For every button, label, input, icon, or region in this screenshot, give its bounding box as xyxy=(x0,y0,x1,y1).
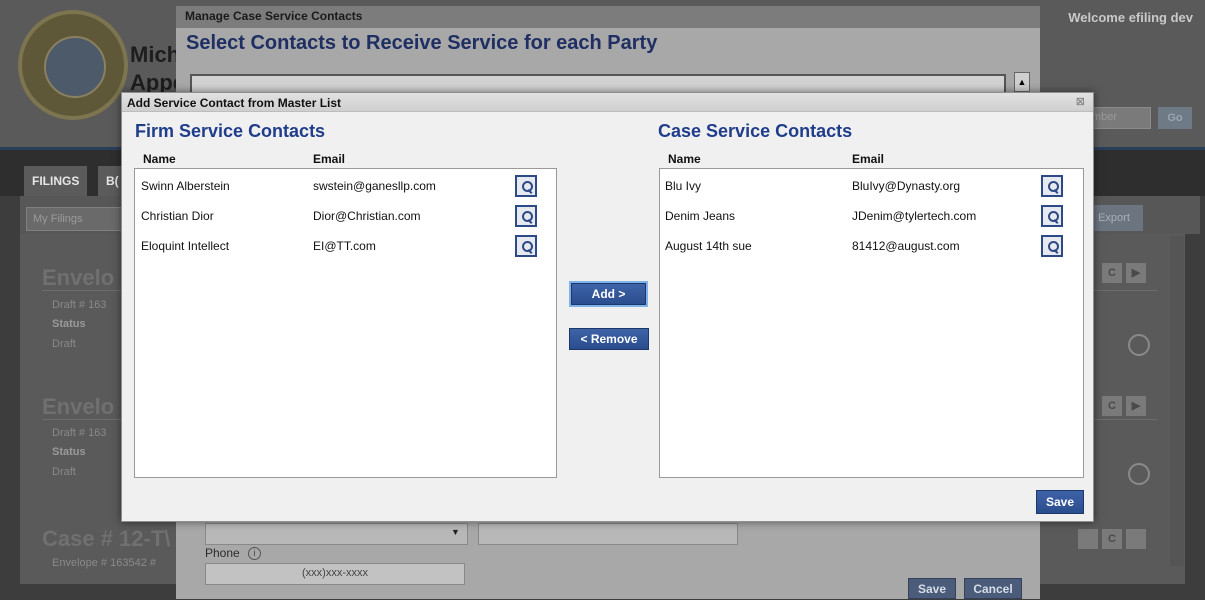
envelope-status-value: Draft xyxy=(52,338,76,350)
welcome-text: Welcome efiling dev xyxy=(1068,10,1193,25)
firm-name-header: Name xyxy=(143,152,176,166)
court-name-line1: Mich xyxy=(130,42,181,67)
header-go-button[interactable]: Go xyxy=(1158,107,1192,129)
contact-email: Dior@Christian.com xyxy=(313,209,421,223)
list-item[interactable]: August 14th sue 81412@august.com xyxy=(660,231,1081,261)
search-icon[interactable] xyxy=(1041,235,1063,257)
search-icon[interactable] xyxy=(515,175,537,197)
manage-dialog-title: Manage Case Service Contacts xyxy=(176,6,1040,28)
case-contacts-title: Case Service Contacts xyxy=(658,121,853,141)
dialog-titlebar: Add Service Contact from Master List ⊠ xyxy=(122,93,1093,112)
list-item[interactable]: Christian Dior Dior@Christian.com xyxy=(135,201,556,231)
manage-text-field[interactable] xyxy=(478,523,738,545)
envelope-title: Envelo xyxy=(42,394,115,419)
contact-email: swstein@ganesllp.com xyxy=(313,179,436,193)
firm-email-header: Email xyxy=(313,152,346,166)
manage-save-button[interactable]: Save xyxy=(908,578,956,599)
case-name-header: Name xyxy=(668,152,701,166)
content-scrollbar[interactable] xyxy=(1170,236,1184,566)
add-button[interactable]: Add > xyxy=(569,281,648,307)
contact-name: Blu Ivy xyxy=(665,179,702,193)
dialog-title: Add Service Contact from Master List xyxy=(127,96,342,110)
case-contacts-list[interactable]: Blu Ivy BluIvy@Dynasty.org Denim Jeans J… xyxy=(659,168,1084,478)
edit-icon[interactable] xyxy=(1078,529,1098,549)
play-icon[interactable]: ▶ xyxy=(1126,396,1146,416)
envelope-draft: Draft # 163 xyxy=(52,427,107,439)
dropdown-arrow-icon: ▼ xyxy=(451,527,460,537)
list-item[interactable]: Eloquint Intellect EI@TT.com xyxy=(135,231,556,261)
phone-input[interactable]: (xxx)xxx-xxxx xyxy=(205,563,465,585)
tab-filings[interactable]: FILINGS xyxy=(24,166,88,196)
save-button[interactable]: Save xyxy=(1036,490,1084,514)
manage-cancel-button[interactable]: Cancel xyxy=(964,578,1022,599)
envelope-title: Envelo xyxy=(42,265,115,290)
scroll-up-icon[interactable]: ▲ xyxy=(1014,72,1030,92)
cancel-icon[interactable] xyxy=(1128,463,1150,485)
contact-email: JDenim@tylertech.com xyxy=(852,209,977,223)
header-search-input[interactable]: mber xyxy=(1085,107,1151,129)
list-item[interactable]: Blu Ivy BluIvy@Dynasty.org xyxy=(660,171,1081,201)
envelope-draft: Draft # 163 xyxy=(52,299,107,311)
case-email-header: Email xyxy=(852,152,885,166)
folder-icon[interactable] xyxy=(1126,529,1146,549)
court-seal-logo xyxy=(18,10,128,120)
contact-name: Eloquint Intellect xyxy=(141,239,230,253)
contact-name: Christian Dior xyxy=(141,209,214,223)
search-icon[interactable] xyxy=(1041,205,1063,227)
contact-name: August 14th sue xyxy=(665,239,752,253)
phone-label: Phone xyxy=(205,546,240,560)
copy-icon[interactable]: C xyxy=(1102,529,1122,549)
party-select[interactable] xyxy=(190,74,1006,94)
list-item[interactable]: Denim Jeans JDenim@tylertech.com xyxy=(660,201,1081,231)
my-filings-select[interactable]: My Filings xyxy=(26,207,122,231)
firm-contacts-list[interactable]: Swinn Alberstein swstein@ganesllp.com Ch… xyxy=(134,168,557,478)
envelope-status-label: Status xyxy=(52,446,86,458)
manage-dialog-heading: Select Contacts to Receive Service for e… xyxy=(186,32,658,54)
search-icon[interactable] xyxy=(515,235,537,257)
list-item[interactable]: Swinn Alberstein swstein@ganesllp.com xyxy=(135,171,556,201)
info-icon: i xyxy=(248,547,261,560)
contact-name: Swinn Alberstein xyxy=(141,179,230,193)
close-icon[interactable]: ⊠ xyxy=(1076,95,1085,108)
copy-icon[interactable]: C xyxy=(1102,263,1122,283)
contact-name: Denim Jeans xyxy=(665,209,736,223)
contact-email: EI@TT.com xyxy=(313,239,376,253)
firm-contacts-title: Firm Service Contacts xyxy=(135,121,326,141)
contact-email: BluIvy@Dynasty.org xyxy=(852,179,960,193)
envelope-status-label: Status xyxy=(52,318,86,330)
add-service-contact-dialog: Add Service Contact from Master List ⊠ F… xyxy=(121,92,1094,522)
case-title: Case # 12-T\ xyxy=(42,526,171,551)
remove-button[interactable]: < Remove xyxy=(569,328,649,350)
manage-dropdown[interactable] xyxy=(205,523,468,545)
case-meta: Envelope # 163542 # xyxy=(52,557,156,569)
search-icon[interactable] xyxy=(515,205,537,227)
search-icon[interactable] xyxy=(1041,175,1063,197)
contact-email: 81412@august.com xyxy=(852,239,960,253)
play-icon[interactable]: ▶ xyxy=(1126,263,1146,283)
envelope-status-value: Draft xyxy=(52,466,76,478)
copy-icon[interactable]: C xyxy=(1102,396,1122,416)
cancel-icon[interactable] xyxy=(1128,334,1150,356)
